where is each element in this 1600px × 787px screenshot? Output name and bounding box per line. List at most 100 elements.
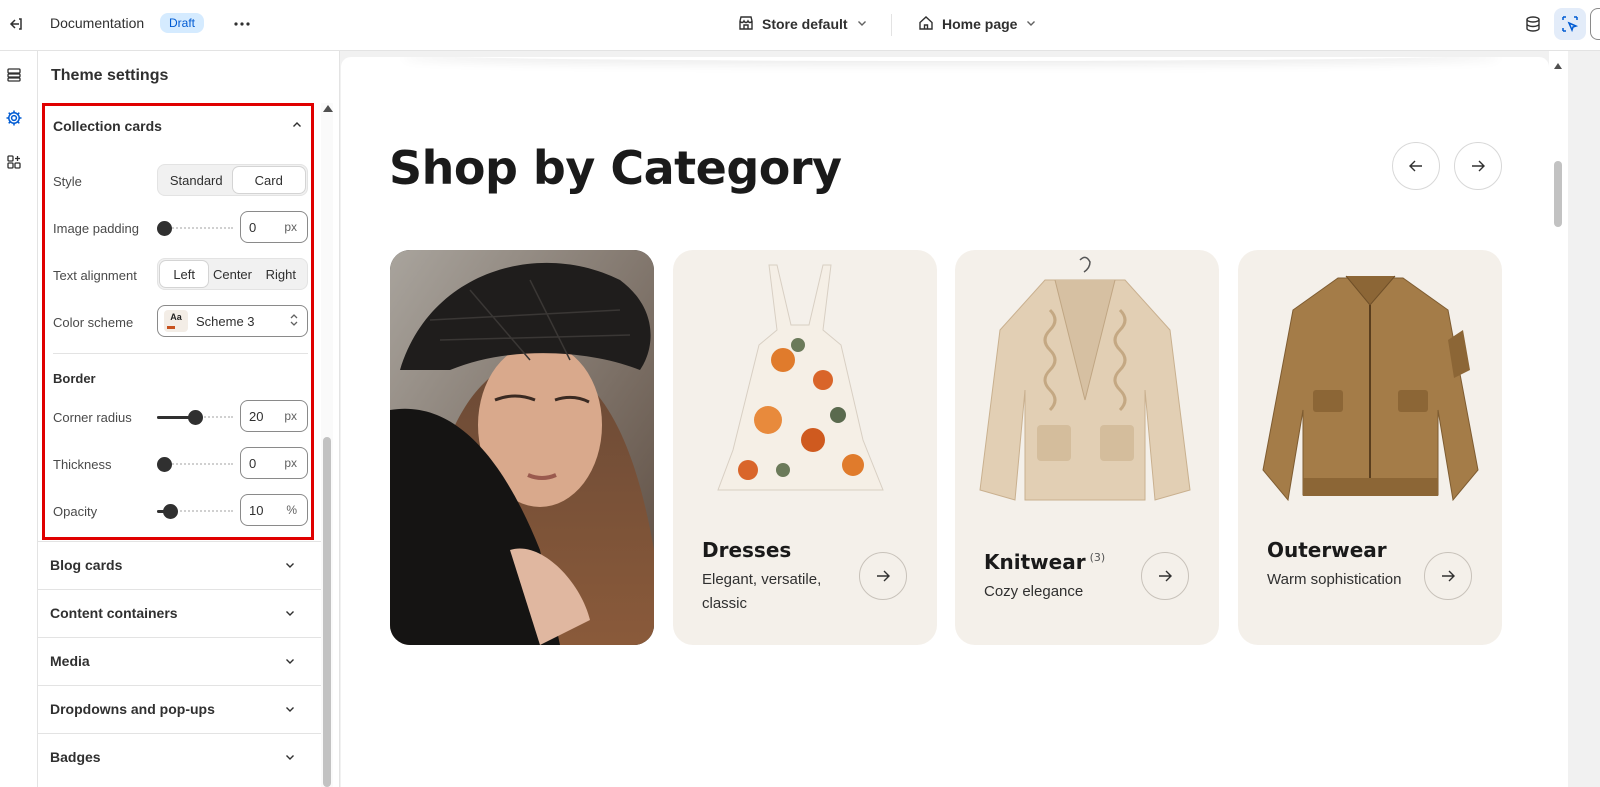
image-padding-slider[interactable] (157, 221, 233, 236)
slider-handle[interactable] (188, 410, 203, 425)
icon-rail (0, 51, 38, 787)
corner-radius-input[interactable]: 20 px (240, 400, 308, 432)
collection-card-knitwear[interactable]: Knitwear (3) Cozy elegance (955, 250, 1219, 645)
store-selector-label: Store default (762, 16, 848, 32)
arrow-right-icon[interactable] (859, 552, 907, 600)
accordion-label: Content containers (50, 605, 178, 621)
chevron-down-icon (282, 701, 298, 717)
color-scheme-swatch: Aa (164, 310, 188, 332)
style-option-card[interactable]: Card (232, 167, 305, 193)
alignment-option-left[interactable]: Left (160, 261, 209, 287)
card-description: Cozy elegance (984, 583, 1084, 600)
collection-card-outerwear[interactable]: Outerwear Warm sophistication (1238, 250, 1502, 645)
theme-settings-sidebar: Theme settings Collection cards Style St… (38, 51, 340, 787)
thickness-input[interactable]: 0 px (240, 447, 308, 479)
color-scheme-value: Scheme 3 (196, 313, 255, 329)
collection-card-photo[interactable] (390, 250, 654, 645)
database-icon[interactable] (1520, 11, 1546, 37)
chevron-down-icon (282, 557, 298, 573)
style-option-standard[interactable]: Standard (160, 167, 233, 193)
slider-handle[interactable] (163, 504, 178, 519)
thickness-value: 0 (249, 455, 257, 471)
card-title: Knitwear (3) (984, 550, 1105, 574)
card-title-text: Knitwear (984, 550, 1086, 574)
corner-radius-value: 20 (249, 408, 264, 424)
exit-icon[interactable] (4, 12, 28, 36)
card-description: Warm sophistication (1267, 571, 1402, 588)
card-description: Elegant, versatile, classic (702, 571, 822, 612)
select-arrows-icon (289, 313, 299, 330)
preview-canvas: Shop by Category Dresses Elegant, versat… (341, 57, 1549, 787)
divider (891, 14, 892, 36)
chevron-down-icon (856, 16, 868, 32)
scroll-up-icon[interactable] (323, 105, 333, 112)
alignment-option-right[interactable]: Right (257, 261, 305, 287)
card-title: Dresses (702, 538, 792, 562)
settings-gear-icon[interactable] (2, 106, 26, 130)
text-alignment-segmented-control: Left Center Right (157, 258, 308, 290)
previous-arrow-button[interactable] (1392, 142, 1440, 190)
home-icon (918, 15, 934, 34)
swatch-text: Aa (170, 312, 182, 322)
inspector-icon[interactable] (1554, 8, 1586, 40)
next-arrow-button[interactable] (1454, 142, 1502, 190)
card-title: Outerwear (1267, 538, 1387, 562)
arrow-right-icon[interactable] (1141, 552, 1189, 600)
thickness-label: Thickness (53, 457, 112, 472)
scroll-up-icon[interactable] (1554, 63, 1562, 69)
collection-card-dresses[interactable]: Dresses Elegant, versatile, classic (673, 250, 937, 645)
slider-handle[interactable] (157, 221, 172, 236)
woman-photo-image (390, 250, 654, 645)
alignment-option-center[interactable]: Center (208, 261, 256, 287)
style-segmented-control: Standard Card (157, 164, 308, 196)
document-title: Documentation (50, 15, 145, 31)
top-bar: Documentation Draft Store default Home p… (0, 0, 1600, 51)
border-heading: Border (53, 371, 96, 386)
thickness-slider[interactable] (157, 457, 233, 472)
jacket-image (1262, 275, 1479, 502)
collection-cards-panel: Collection cards Style Standard Card Ima… (42, 103, 314, 540)
accordion-label: Badges (50, 749, 101, 765)
sidebar-scrollbar[interactable] (321, 103, 333, 787)
preview-scrollbar[interactable] (1549, 51, 1568, 787)
unit-label: % (286, 503, 297, 517)
image-padding-input[interactable]: 0 px (240, 211, 308, 243)
opacity-slider[interactable] (157, 504, 233, 519)
store-icon (738, 15, 754, 34)
divider (53, 353, 308, 354)
more-toolbar-button[interactable] (1590, 8, 1600, 40)
accordion-blog-cards[interactable]: Blog cards (38, 541, 321, 589)
page-selector[interactable]: Home page (918, 11, 1037, 37)
accordion-media[interactable]: Media (38, 637, 321, 685)
unit-label: px (284, 409, 297, 423)
chevron-down-icon (282, 653, 298, 669)
more-actions-icon[interactable] (230, 12, 254, 36)
accordion-content-containers[interactable]: Content containers (38, 589, 321, 637)
arrow-right-icon[interactable] (1424, 552, 1472, 600)
chevron-down-icon (282, 749, 298, 765)
accordion-badges[interactable]: Badges (38, 733, 321, 781)
apps-icon[interactable] (2, 150, 26, 174)
accordion-label: Dropdowns and pop-ups (50, 701, 215, 717)
chevron-down-icon (1025, 16, 1037, 32)
accordion-dropdowns-and-pop-ups[interactable]: Dropdowns and pop-ups (38, 685, 321, 733)
text-alignment-label: Text alignment (53, 268, 137, 283)
corner-radius-slider[interactable] (157, 410, 233, 425)
unit-label: px (284, 456, 297, 470)
accordion-label: Media (50, 653, 90, 669)
color-scheme-select[interactable]: Aa Scheme 3 (157, 305, 308, 337)
header-shadow (401, 57, 1501, 61)
dress-image (717, 264, 884, 491)
chevron-down-icon (282, 605, 298, 621)
status-badge: Draft (160, 13, 205, 33)
collection-cards-header[interactable]: Collection cards (53, 118, 303, 134)
store-selector[interactable]: Store default (738, 11, 868, 37)
section-heading: Shop by Category (389, 141, 842, 195)
scrollbar-thumb[interactable] (1554, 161, 1562, 227)
scrollbar-thumb[interactable] (323, 437, 331, 787)
accordion-label: Blog cards (50, 557, 123, 573)
slider-handle[interactable] (157, 457, 172, 472)
opacity-value: 10 (249, 502, 264, 518)
opacity-input[interactable]: 10 % (240, 494, 308, 526)
sections-icon[interactable] (2, 63, 26, 87)
